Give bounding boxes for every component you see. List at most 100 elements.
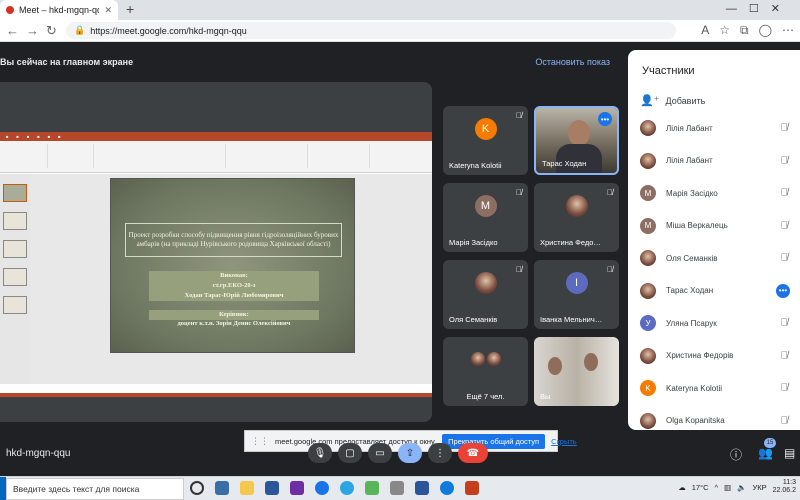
address-bar[interactable]: 🔒 https://meet.google.com/hkd-mgqn-qqu: [66, 22, 676, 39]
stop-sharing-button[interactable]: Прекратить общий доступ: [442, 433, 546, 449]
viber-icon[interactable]: [290, 481, 304, 495]
participant-row[interactable]: М Міша Веркалець 🎙̸: [640, 210, 798, 243]
participant-row[interactable]: K Kateryna Kolotii 🎙̸: [640, 372, 798, 405]
word-icon[interactable]: [415, 481, 429, 495]
participant-tile[interactable]: 🎙̸ Христина Федо…: [534, 183, 619, 252]
language-indicator[interactable]: УКР: [753, 483, 767, 492]
browser-tab-meet[interactable]: Meet – hkd-mgqn-qqu ✕: [0, 0, 118, 20]
menu-dots-icon[interactable]: ⋯: [782, 23, 794, 38]
avatar-photo: [640, 282, 656, 299]
back-icon[interactable]: ←: [6, 23, 19, 38]
end-call-button[interactable]: ☎: [458, 443, 488, 463]
profile-icon[interactable]: ◯: [759, 23, 772, 38]
add-people-label: Добавить: [665, 95, 706, 106]
reload-icon[interactable]: ↻: [46, 23, 57, 39]
participant-name: Уляна Псарук: [666, 318, 717, 328]
participant-tile[interactable]: 🎙̸ І Іванка Мельнич…: [534, 260, 619, 329]
meeting-code: hkd-mgqn-qqu: [6, 448, 71, 459]
taskbar-search[interactable]: Введите здесь текст для поиска: [6, 478, 184, 500]
more-participants-tile[interactable]: Ещё 7 чел.: [443, 337, 528, 406]
chat-icon[interactable]: ▤: [784, 446, 795, 460]
weather-icon[interactable]: ☁: [678, 483, 686, 492]
mic-off-icon: 🎙̸: [780, 122, 789, 134]
app-icon[interactable]: [215, 481, 229, 495]
drag-handle-icon[interactable]: ⋮⋮: [251, 436, 269, 447]
avatar: K: [640, 380, 656, 397]
participant-row[interactable]: Лілія Лабант 🎙̸: [640, 145, 798, 178]
tile-name: Kateryna Kolotii: [449, 161, 502, 170]
present-button[interactable]: ⇪: [398, 443, 422, 463]
stop-presenting-button[interactable]: Остановить показ: [535, 57, 610, 67]
tab-title: Meet – hkd-mgqn-qqu: [19, 5, 100, 15]
ribbon-group: [228, 144, 308, 168]
more-options-icon[interactable]: •••: [598, 112, 612, 126]
favorite-star-icon[interactable]: ☆: [719, 23, 730, 38]
person-add-icon: 👤⁺: [640, 95, 660, 107]
participant-tile[interactable]: 🎙̸ М Марія Засідко: [443, 183, 528, 252]
edge-icon[interactable]: [440, 481, 454, 495]
avatar-photo: [640, 347, 656, 364]
telegram-icon[interactable]: [340, 481, 354, 495]
participant-row[interactable]: Olga Kopanitska 🎙̸: [640, 405, 798, 438]
more-participants-label: Ещё 7 чел.: [466, 392, 505, 401]
tray-arrow-icon[interactable]: ^: [715, 483, 719, 492]
video-person: [568, 120, 590, 146]
panel-title: Участники: [642, 65, 695, 77]
participant-row[interactable]: Тарас Ходан •••: [640, 275, 798, 308]
camera-button[interactable]: ▢: [338, 443, 362, 463]
participant-row[interactable]: Христина Федорів 🎙̸: [640, 340, 798, 373]
ribbon-group: [50, 144, 94, 168]
participant-row[interactable]: Лілія Лабант 🎙̸: [640, 112, 798, 145]
mic-off-icon: 🎙̸: [780, 155, 789, 167]
participant-tile[interactable]: 🎙̸ K Kateryna Kolotii: [443, 106, 528, 175]
ribbon-tab: ■: [47, 134, 51, 139]
more-options-button[interactable]: ⋮: [428, 443, 452, 463]
clock[interactable]: 11:3 22.06.2: [773, 479, 796, 495]
avatar: K: [474, 118, 497, 140]
app-icon[interactable]: [365, 481, 379, 495]
people-icon[interactable]: 👥: [758, 446, 773, 460]
avatar: М: [640, 217, 656, 234]
video-person: [548, 357, 562, 375]
temperature[interactable]: 17°C: [692, 483, 709, 492]
slide-canvas: Проект розробки способу підвищення рівня…: [110, 178, 355, 353]
participant-row[interactable]: М Марія Засідко 🎙̸: [640, 177, 798, 210]
window-controls[interactable]: —☐✕: [726, 2, 792, 15]
app-icon[interactable]: [265, 481, 279, 495]
participant-row[interactable]: У Уляна Псарук 🎙̸: [640, 307, 798, 340]
powerpoint-icon[interactable]: [465, 481, 479, 495]
new-tab-button[interactable]: +: [126, 1, 134, 17]
browser-tab-strip: Meet – hkd-mgqn-qqu ✕ + —☐✕: [0, 0, 800, 20]
task-view-icon[interactable]: [190, 481, 204, 495]
more-options-icon[interactable]: •••: [776, 283, 790, 298]
read-aloud-icon[interactable]: A: [701, 23, 709, 38]
participant-count-badge: 15: [764, 438, 776, 448]
participant-row[interactable]: Оля Семанків 🎙̸: [640, 242, 798, 275]
chrome-icon[interactable]: [315, 481, 329, 495]
file-explorer-icon[interactable]: [240, 481, 254, 495]
presenting-message: Вы сейчас на главном экране: [0, 57, 134, 67]
network-icon[interactable]: ▥: [724, 483, 731, 492]
taskbar-search-placeholder: Введите здесь текст для поиска: [13, 484, 140, 494]
microphone-button[interactable]: 🎙: [308, 443, 332, 463]
app-icon[interactable]: [390, 481, 404, 495]
add-people-button[interactable]: 👤⁺ Добавить: [640, 94, 705, 107]
clock-time: 11:3: [782, 479, 796, 486]
participant-tile-video[interactable]: ••• Тарас Ходан: [534, 106, 619, 175]
collections-icon[interactable]: ⧉: [740, 23, 749, 38]
avatar-photo: [470, 352, 485, 366]
meeting-details-icon[interactable]: ⓘ: [730, 446, 742, 463]
hide-notice-link[interactable]: Скрыть: [551, 437, 577, 446]
self-video-tile[interactable]: Вы: [534, 337, 619, 406]
slide-thumbnail: [3, 184, 27, 202]
ribbon-tab: ■: [58, 134, 61, 139]
captions-button[interactable]: ▭: [368, 443, 392, 463]
volume-icon[interactable]: 🔈: [737, 483, 746, 492]
forward-icon[interactable]: →: [26, 23, 39, 38]
participant-name: Марія Засідко: [666, 188, 718, 198]
tab-close-icon[interactable]: ✕: [104, 5, 112, 16]
ribbon-tabs: ■ ■ ■ ■ ■ ■: [0, 132, 432, 141]
avatar: У: [640, 315, 656, 332]
participant-tile[interactable]: 🎙̸ Оля Семанків: [443, 260, 528, 329]
slide-title: Проект розробки способу підвищення рівня…: [128, 231, 339, 248]
